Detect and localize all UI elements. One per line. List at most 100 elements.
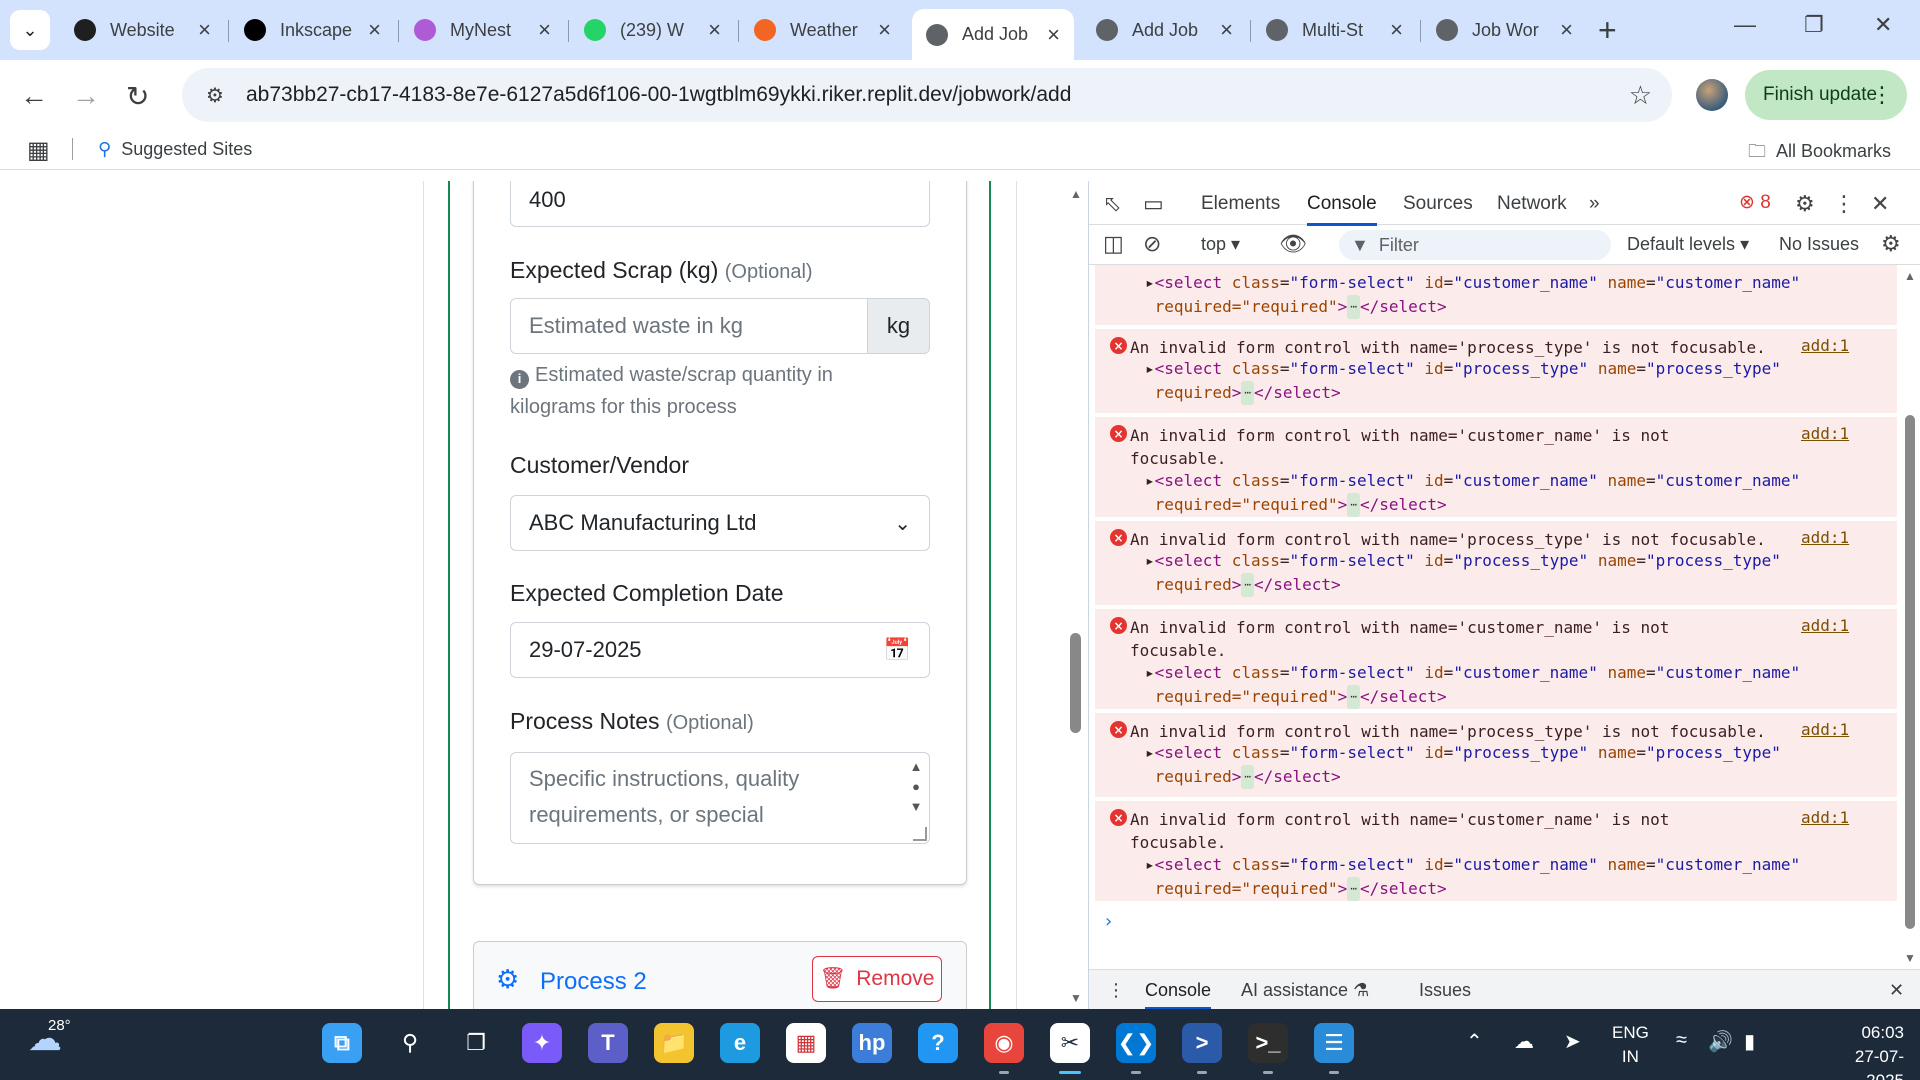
browser-tab[interactable]: Add Job × bbox=[1082, 9, 1247, 51]
select-element-ref[interactable]: ▸<select class="form-select" id="process… bbox=[1145, 549, 1885, 597]
battery-icon[interactable]: ▮ bbox=[1744, 1029, 1755, 1054]
select-element-ref[interactable]: ▸<select class="form-select" id="custome… bbox=[1145, 661, 1885, 709]
myhp-icon[interactable]: hp bbox=[852, 1023, 892, 1063]
wifi-icon[interactable]: ≈ bbox=[1676, 1029, 1687, 1052]
close-tab-icon[interactable]: × bbox=[368, 17, 381, 43]
new-tab-button[interactable]: + bbox=[1598, 12, 1617, 49]
more-tabs-icon[interactable]: » bbox=[1589, 193, 1600, 215]
profile-avatar[interactable] bbox=[1696, 79, 1728, 111]
address-bar[interactable]: ⚙ ab73bb27-cb17-4183-8e7e-6127a5d6f106-0… bbox=[182, 68, 1672, 122]
ellipsis-badge[interactable]: ⋯ bbox=[1347, 685, 1360, 709]
close-drawer-icon[interactable]: ✕ bbox=[1889, 980, 1904, 1001]
console-settings-icon[interactable]: ⚙ bbox=[1881, 231, 1901, 257]
select-element-ref[interactable]: ▸<select class="form-select" id="custome… bbox=[1145, 853, 1885, 901]
log-levels-select[interactable]: Default levels ▾ bbox=[1627, 234, 1749, 255]
close-tab-icon[interactable]: × bbox=[1390, 17, 1403, 43]
ellipsis-badge[interactable]: ⋯ bbox=[1347, 295, 1360, 319]
onedrive-icon[interactable]: ☁ bbox=[1514, 1029, 1534, 1054]
console-prompt[interactable]: › bbox=[1103, 911, 1114, 932]
ellipsis-badge[interactable]: ⋯ bbox=[1347, 493, 1360, 517]
restore-button[interactable]: ❐ bbox=[1804, 12, 1824, 38]
scroll-up-arrow[interactable]: ▲ bbox=[1070, 187, 1082, 201]
copilot-icon[interactable]: ✦ bbox=[522, 1023, 562, 1063]
expand-triangle-icon[interactable]: ▸ bbox=[1145, 359, 1155, 378]
console-scrollbar[interactable]: ▲ ▼ bbox=[1897, 265, 1920, 969]
tab-console[interactable]: Console bbox=[1307, 193, 1377, 226]
quantity-input[interactable]: 400 bbox=[510, 181, 930, 227]
finish-update-button[interactable]: Finish update ⋮ bbox=[1745, 70, 1907, 120]
console-error-message[interactable]: × An invalid form control with name='cust… bbox=[1095, 417, 1897, 519]
search-icon[interactable]: ⚲ bbox=[390, 1023, 430, 1063]
console-error-message[interactable]: ▸<select class="form-select" id="custome… bbox=[1095, 265, 1897, 327]
console-scroll-thumb[interactable] bbox=[1905, 415, 1915, 929]
console-filter-input[interactable]: ▼ Filter bbox=[1339, 230, 1611, 260]
sidebar-toggle-icon[interactable]: ◫ bbox=[1103, 231, 1124, 257]
error-count-badge[interactable]: ⊗ 8 bbox=[1739, 191, 1771, 214]
ellipsis-badge[interactable]: ⋯ bbox=[1241, 573, 1254, 597]
process-notes-textarea[interactable]: Specific instructions, quality requireme… bbox=[510, 752, 930, 844]
remove-process-button[interactable]: 🗑 Remove bbox=[812, 956, 942, 1002]
scroll-down-arrow[interactable]: ▼ bbox=[1070, 991, 1082, 1005]
close-tab-icon[interactable]: × bbox=[1047, 22, 1060, 48]
close-window-button[interactable]: ✕ bbox=[1874, 12, 1892, 38]
close-tab-icon[interactable]: × bbox=[1220, 17, 1233, 43]
source-link[interactable]: add:1 bbox=[1801, 336, 1849, 355]
teams-icon[interactable]: T bbox=[588, 1023, 628, 1063]
ellipsis-badge[interactable]: ⋯ bbox=[1347, 877, 1360, 901]
browser-tab[interactable]: MyNest × bbox=[400, 9, 565, 51]
task-view-icon[interactable]: ❐ bbox=[456, 1023, 496, 1063]
browser-tab[interactable]: Add Job × bbox=[912, 9, 1074, 60]
help-icon[interactable]: ? bbox=[918, 1023, 958, 1063]
site-info-icon[interactable]: ⚙ bbox=[190, 83, 240, 108]
calendar-icon[interactable]: 📅 bbox=[884, 637, 911, 663]
powershell-icon[interactable]: > bbox=[1182, 1023, 1222, 1063]
customer-select[interactable]: ABC Manufacturing Ltd ⌄ bbox=[510, 495, 930, 551]
ellipsis-badge[interactable]: ⋯ bbox=[1241, 765, 1254, 789]
edge-icon[interactable]: e bbox=[720, 1023, 760, 1063]
language-indicator[interactable]: ENG IN bbox=[1612, 1021, 1649, 1069]
expand-triangle-icon[interactable]: ▸ bbox=[1145, 663, 1155, 682]
context-select[interactable]: top ▾ bbox=[1201, 234, 1240, 255]
all-bookmarks-link[interactable]: 🗀 All Bookmarks bbox=[1748, 139, 1891, 169]
drawer-tab-ai-assistance[interactable]: AI assistance ⚗ bbox=[1241, 980, 1369, 1001]
browser-tab[interactable]: (239) W × bbox=[570, 9, 735, 51]
close-tab-icon[interactable]: × bbox=[1560, 17, 1573, 43]
tab-network[interactable]: Network bbox=[1497, 193, 1567, 215]
chrome-icon[interactable]: ◉ bbox=[984, 1023, 1024, 1063]
bookmark-star-icon[interactable]: ☆ bbox=[1629, 80, 1652, 111]
drawer-tab-issues[interactable]: Issues bbox=[1419, 980, 1471, 1001]
source-link[interactable]: add:1 bbox=[1801, 528, 1849, 547]
browser-tab[interactable]: Weather × bbox=[740, 9, 905, 51]
notepad-icon[interactable]: ☰ bbox=[1314, 1023, 1354, 1063]
reload-button[interactable]: ↻ bbox=[126, 80, 149, 113]
terminal-icon[interactable]: >_ bbox=[1248, 1023, 1288, 1063]
tab-elements[interactable]: Elements bbox=[1201, 193, 1280, 215]
clock[interactable]: 06:03 27-07-2025 bbox=[1820, 1021, 1904, 1080]
expand-triangle-icon[interactable]: ▸ bbox=[1145, 855, 1155, 874]
suggested-sites-link[interactable]: ⚲ Suggested Sites bbox=[98, 139, 252, 160]
forward-button[interactable]: → bbox=[72, 80, 100, 112]
back-button[interactable]: ← bbox=[20, 80, 48, 112]
expand-triangle-icon[interactable]: ▸ bbox=[1145, 273, 1155, 292]
send-icon[interactable]: ➤ bbox=[1564, 1029, 1581, 1054]
browser-tab[interactable]: Job Wor × bbox=[1422, 9, 1587, 51]
browser-tab[interactable]: Multi-St × bbox=[1252, 9, 1417, 51]
console-error-message[interactable]: × An invalid form control with name='cust… bbox=[1095, 609, 1897, 711]
tab-search-button[interactable]: ⌄ bbox=[10, 10, 50, 50]
chevron-up-icon[interactable]: ⌃ bbox=[1466, 1029, 1483, 1054]
file-explorer-icon[interactable]: 📁 bbox=[654, 1023, 694, 1063]
devtools-menu-icon[interactable]: ⋮ bbox=[1833, 191, 1855, 217]
store-icon[interactable]: ▦ bbox=[786, 1023, 826, 1063]
console-scroll-up[interactable]: ▲ bbox=[1904, 269, 1916, 283]
start-icon[interactable]: ⧉ bbox=[322, 1023, 362, 1063]
settings-gear-icon[interactable]: ⚙ bbox=[1795, 191, 1815, 217]
weather-widget[interactable]: ☁ 28° bbox=[28, 1017, 88, 1059]
console-error-message[interactable]: × An invalid form control with name='proc… bbox=[1095, 329, 1897, 415]
console-error-message[interactable]: × An invalid form control with name='proc… bbox=[1095, 521, 1897, 607]
close-tab-icon[interactable]: × bbox=[198, 17, 211, 43]
source-link[interactable]: add:1 bbox=[1801, 720, 1849, 739]
expand-triangle-icon[interactable]: ▸ bbox=[1145, 471, 1155, 490]
close-tab-icon[interactable]: × bbox=[538, 17, 551, 43]
device-toolbar-icon[interactable]: ▭ bbox=[1143, 191, 1164, 217]
page-scrollbar[interactable]: ▲ ▼ bbox=[1062, 181, 1088, 1009]
